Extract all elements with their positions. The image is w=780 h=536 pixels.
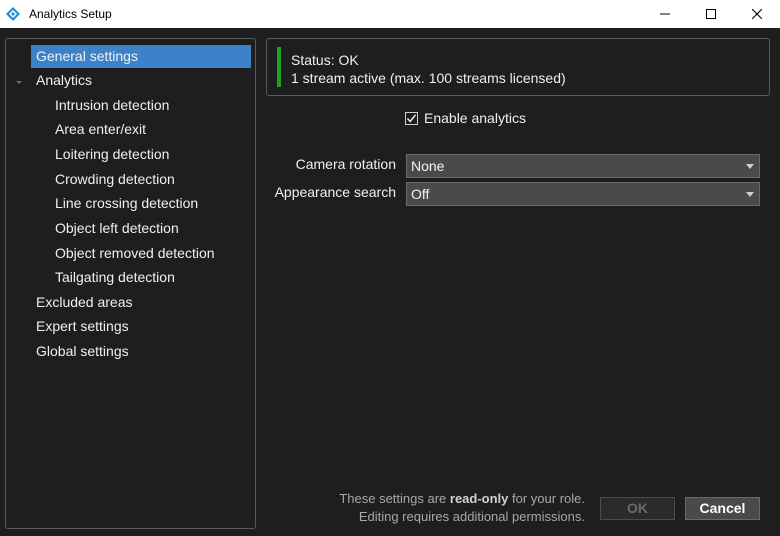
read-only-notice: These settings are read-only for your ro…: [339, 490, 585, 526]
tree-item-loitering-detection[interactable]: Loitering detection: [50, 143, 169, 166]
notice-prefix: These settings are: [339, 491, 450, 506]
tree-item-object-removed-detection[interactable]: Object removed detection: [50, 242, 215, 265]
status-text: Status: OK: [291, 52, 359, 68]
minimize-button[interactable]: [642, 0, 688, 28]
camera-rotation-value: None: [411, 158, 445, 174]
tree-item-intrusion-detection[interactable]: Intrusion detection: [50, 94, 169, 117]
tree-item-area-enter-exit[interactable]: Area enter/exit: [50, 118, 146, 141]
minimize-icon: [660, 13, 670, 15]
appearance-search-label: Appearance search: [274, 184, 396, 200]
expanded-triangle-icon[interactable]: [15, 78, 23, 86]
tree-item-tailgating-detection[interactable]: Tailgating detection: [50, 266, 175, 289]
tree-item-excluded-areas[interactable]: Excluded areas: [31, 291, 133, 314]
tree-item-global-settings[interactable]: Global settings: [31, 340, 129, 363]
stream-info-text: 1 stream active (max. 100 streams licens…: [291, 70, 566, 86]
enable-analytics-checkbox-row[interactable]: Enable analytics: [405, 110, 526, 126]
status-panel: Status: OK 1 stream active (max. 100 str…: [266, 38, 770, 96]
close-button[interactable]: [734, 0, 780, 28]
tree-item-object-left-detection[interactable]: Object left detection: [50, 217, 179, 240]
enable-analytics-label: Enable analytics: [424, 110, 526, 126]
status-indicator: [277, 47, 281, 87]
tree-item-crowding-detection[interactable]: Crowding detection: [50, 168, 175, 191]
tree-item-line-crossing-detection[interactable]: Line crossing detection: [50, 192, 198, 215]
appearance-search-select[interactable]: Off: [406, 182, 760, 206]
tree-item-general-settings[interactable]: General settings: [31, 45, 251, 68]
dropdown-arrow-icon: [746, 164, 754, 169]
app-logo-icon: [6, 7, 20, 21]
tree-item-expert-settings[interactable]: Expert settings: [31, 315, 129, 338]
appearance-search-value: Off: [411, 186, 430, 202]
window-title: Analytics Setup: [29, 7, 112, 21]
notice-read-only: read-only: [449, 491, 509, 506]
camera-rotation-label: Camera rotation: [295, 156, 396, 172]
camera-rotation-select[interactable]: None: [406, 154, 760, 178]
cancel-button[interactable]: Cancel: [685, 497, 760, 520]
settings-tree: General settings Analytics Intrusion det…: [5, 38, 256, 529]
tree-item-analytics[interactable]: Analytics: [31, 69, 92, 92]
ok-button[interactable]: OK: [600, 497, 675, 520]
close-icon: [752, 9, 762, 19]
dropdown-arrow-icon: [746, 192, 754, 197]
maximize-icon: [706, 9, 716, 19]
checkmark-icon: [406, 113, 417, 123]
maximize-button[interactable]: [688, 0, 734, 28]
notice-line2: Editing requires additional permissions.: [358, 509, 585, 524]
notice-suffix: for your role.: [508, 491, 585, 506]
title-bar: Analytics Setup: [0, 0, 780, 28]
enable-analytics-checkbox[interactable]: [405, 111, 418, 125]
